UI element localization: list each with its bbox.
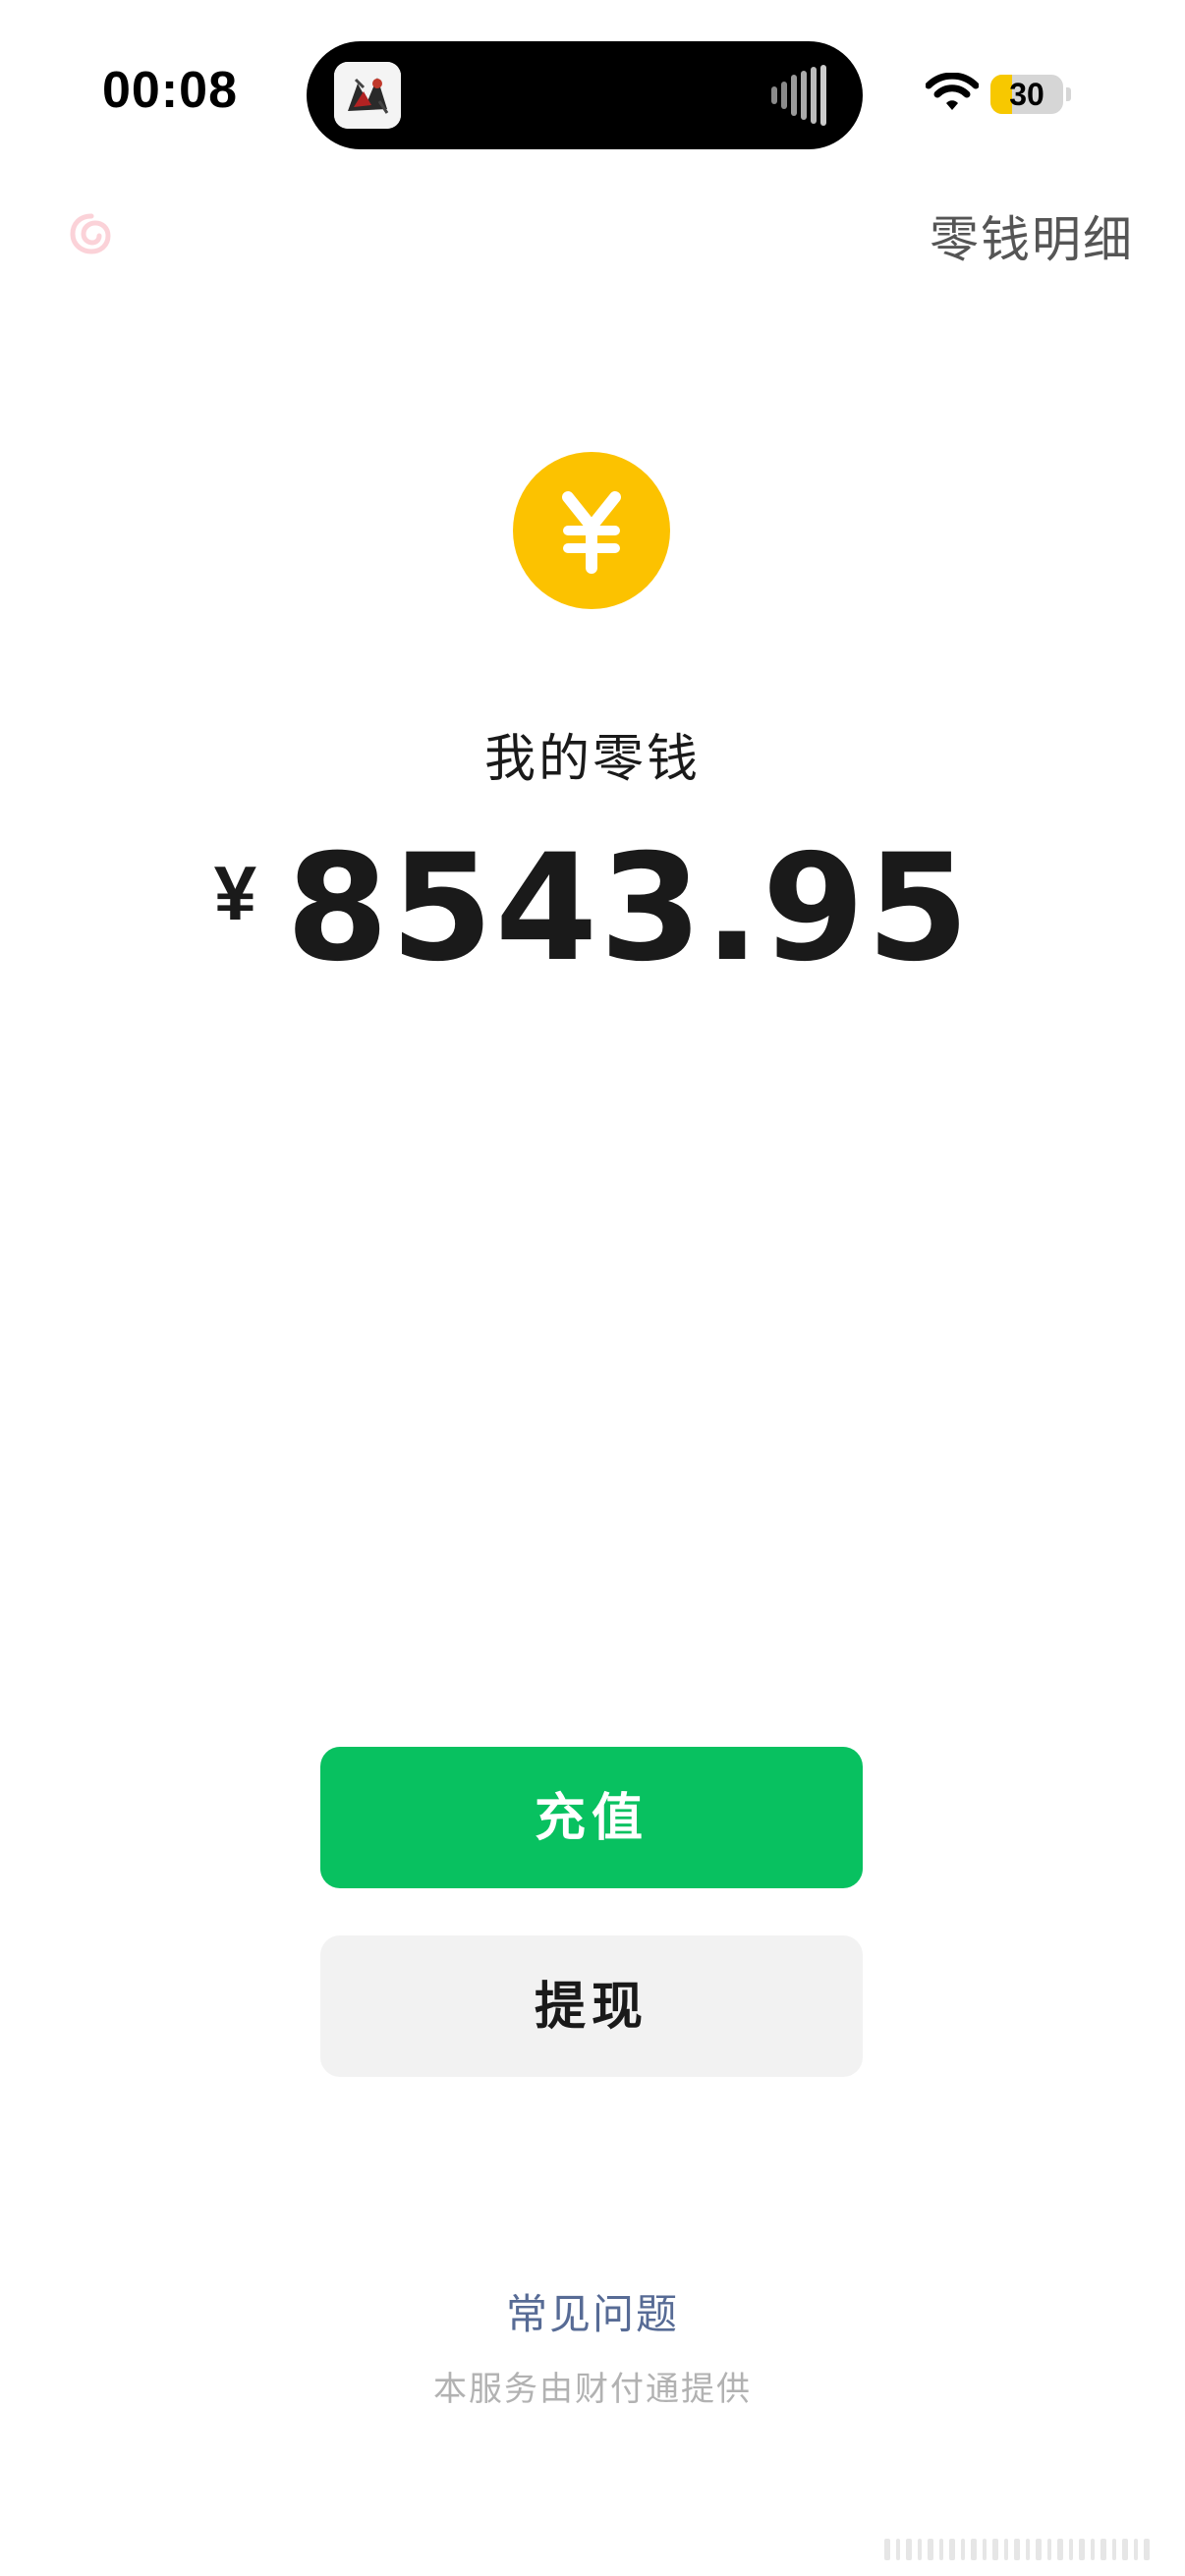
back-swirl-icon[interactable] [67, 208, 116, 257]
audio-wave-icon [771, 65, 826, 126]
provider-notice: 本服务由财付通提供 [433, 2370, 752, 2409]
currency-symbol: ¥ [213, 850, 257, 936]
balance-display: ¥8543.95 [0, 835, 1185, 982]
status-time: 00:08 [102, 62, 238, 119]
withdraw-button[interactable]: 提现 [320, 1935, 863, 2077]
battery-icon: 30 [990, 75, 1071, 114]
faq-link[interactable]: 常见问题 [0, 2281, 1185, 2341]
recharge-button[interactable]: 充值 [320, 1747, 863, 1888]
now-playing-artwork[interactable] [334, 62, 401, 129]
balance-label: 我的零钱 [483, 730, 701, 789]
home-indicator-icon [884, 2539, 1150, 2560]
yuan-coin-icon [513, 452, 670, 609]
balance-amount: 8543.95 [286, 823, 972, 994]
battery-level-text: 30 [1009, 77, 1044, 112]
wifi-icon [926, 73, 979, 110]
artwork-image-icon [334, 62, 401, 129]
dynamic-island[interactable] [307, 41, 863, 149]
change-detail-link[interactable]: 零钱明细 [930, 200, 1134, 271]
